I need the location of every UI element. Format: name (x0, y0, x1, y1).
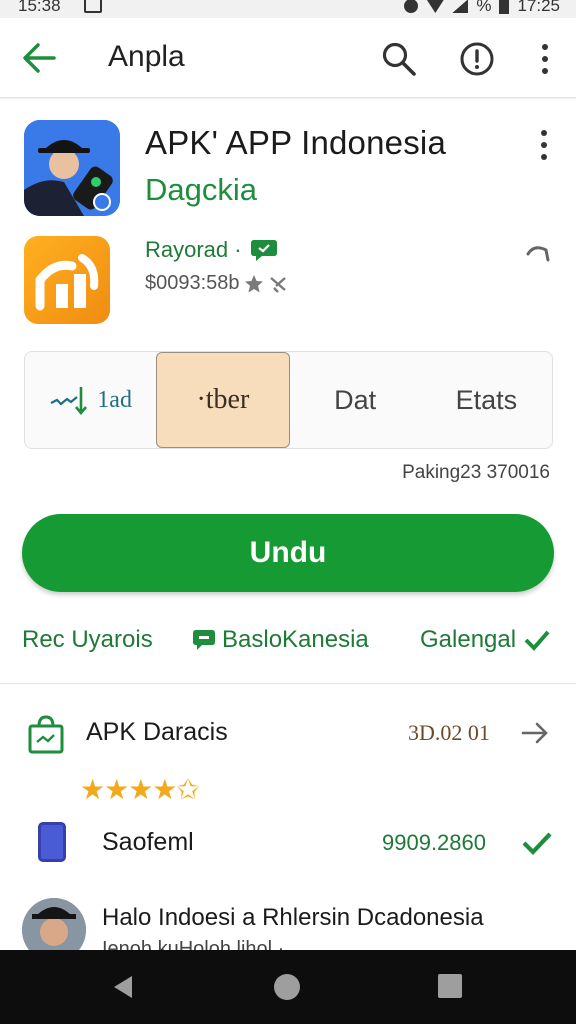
back-button[interactable] (20, 40, 60, 76)
nav-back-icon[interactable] (110, 973, 138, 1001)
shopping-bag-icon (28, 715, 64, 754)
chip-basl-label: BasloKanesia (222, 626, 369, 653)
chip-galengal[interactable]: Galengal (420, 626, 550, 654)
review-title: Halo Indoesi a Rhlersin Dcadonesia (102, 904, 484, 931)
publisher-meta: $0093:58b (145, 272, 288, 295)
package-text: Paking23 370016 (402, 462, 550, 483)
battery-percent: % (476, 0, 492, 15)
nav-home-button[interactable] (274, 974, 300, 1000)
rating-stars: ★★★★✩ (80, 774, 200, 805)
chat-bubble-icon (250, 240, 277, 261)
info-chips: Rec Uyarois BasloKanesia Galengal (22, 622, 554, 662)
status-time: 15:38 (18, 0, 61, 15)
arrow-left-icon (23, 43, 56, 73)
info-icon (460, 42, 494, 76)
notification-icon (84, 0, 102, 13)
list-item[interactable]: Saofeml 9909.2860 (22, 818, 554, 870)
chip-galengal-label: Galengal (420, 626, 517, 653)
tab-bar: 1ad ·tber Dat Etats (24, 351, 553, 449)
app-title: Anpla (108, 40, 185, 73)
more-vert-icon (542, 44, 548, 74)
status-clock: 17:25 (517, 0, 560, 15)
publisher-meta-text: $0093:58b (145, 272, 240, 294)
publisher-label: Rayorad · (145, 237, 242, 262)
list-item-value: 9909.2860 (382, 830, 486, 855)
badge-icon (269, 276, 286, 293)
search-button[interactable] (380, 40, 418, 78)
battery-icon (499, 0, 510, 14)
list-item[interactable]: APK Daracis 3D.02 01 (22, 710, 554, 758)
more-vert-icon (541, 130, 547, 160)
info-button[interactable] (458, 40, 496, 78)
avatar (22, 898, 86, 950)
star-icon (244, 274, 263, 292)
check-icon (522, 832, 552, 856)
tab-etats[interactable]: Etats (421, 352, 552, 448)
publisher-name[interactable]: Rayorad · (145, 237, 278, 263)
list-item-label: APK Daracis (86, 718, 228, 746)
share-button[interactable] (524, 240, 552, 268)
check-icon (524, 630, 550, 651)
install-button[interactable]: Undu (22, 514, 554, 592)
system-nav-bar (0, 950, 576, 1024)
list-item-label: Saofeml (102, 828, 194, 856)
arrow-right-icon (521, 722, 548, 744)
review-subtext: Ienoh kuHoloh lihol · (102, 938, 285, 950)
user-photo-icon (22, 898, 86, 950)
review-item[interactable]: Halo Indoesi a Rhlersin Dcadonesia Ienoh… (22, 898, 576, 950)
trend-arrow-icon (50, 387, 88, 415)
tab-trend[interactable]: 1ad (25, 352, 156, 448)
status-icons: % 17:25 (404, 0, 560, 16)
chip-rec[interactable]: Rec Uyarois (22, 626, 153, 654)
signal-icon (452, 0, 469, 13)
app-icon-image (24, 120, 120, 216)
section-divider (0, 683, 576, 684)
tab-dat[interactable]: Dat (290, 352, 421, 448)
phone-icon (38, 822, 66, 862)
app-bar: Anpla (0, 18, 576, 98)
app-icon (24, 120, 120, 216)
tab-trend-label: 1ad (97, 386, 132, 413)
app-name: APK' APP Indonesia (145, 124, 447, 161)
sync-icon (404, 0, 419, 13)
status-bar: 15:38 % 17:25 (0, 0, 576, 18)
overflow-menu-button[interactable] (532, 40, 558, 78)
chip-basl[interactable]: BasloKanesia (192, 626, 369, 654)
search-icon (382, 42, 416, 76)
list-item-value: 3D.02 01 (408, 720, 490, 745)
developer-name[interactable]: Dagckia (145, 172, 257, 208)
tab-active[interactable]: ·tber (156, 352, 290, 448)
wifi-icon (426, 0, 445, 13)
share-arrow-icon (526, 246, 550, 262)
publisher-icon (24, 236, 110, 324)
chat-bubble-icon (193, 630, 215, 650)
card-menu-button[interactable] (530, 126, 558, 166)
chart-logo-icon (35, 254, 99, 311)
nav-recents-button[interactable] (438, 974, 462, 998)
